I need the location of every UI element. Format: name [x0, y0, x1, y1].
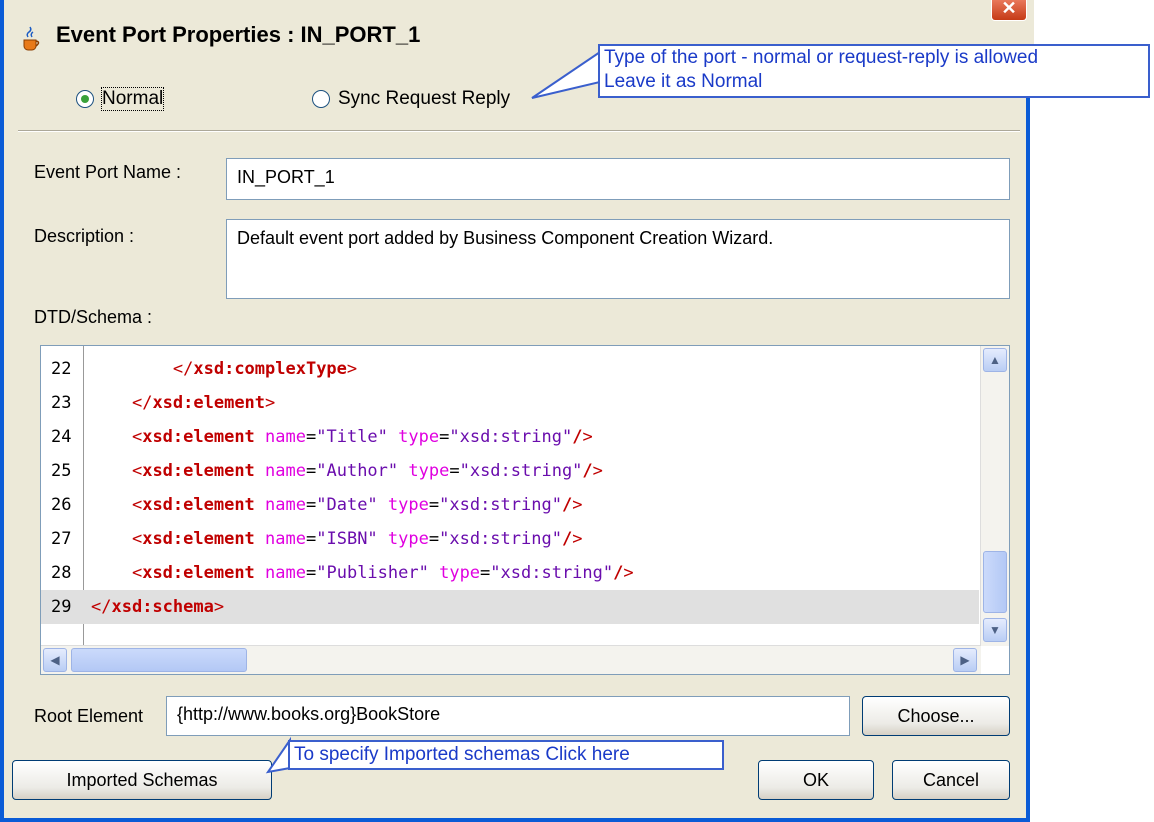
port-type-callout-line1: Type of the port - normal or request-rep…	[604, 47, 1039, 68]
port-type-callout-line2: Leave it as Normal	[604, 71, 763, 92]
port-type-callout: Type of the port - normal or request-rep…	[598, 44, 1150, 98]
imported-callout-pointer	[265, 736, 291, 774]
callout-leaders	[265, 50, 601, 774]
port-type-callout-pointer	[531, 50, 601, 99]
imported-callout: To specify Imported schemas Click here	[288, 740, 724, 770]
